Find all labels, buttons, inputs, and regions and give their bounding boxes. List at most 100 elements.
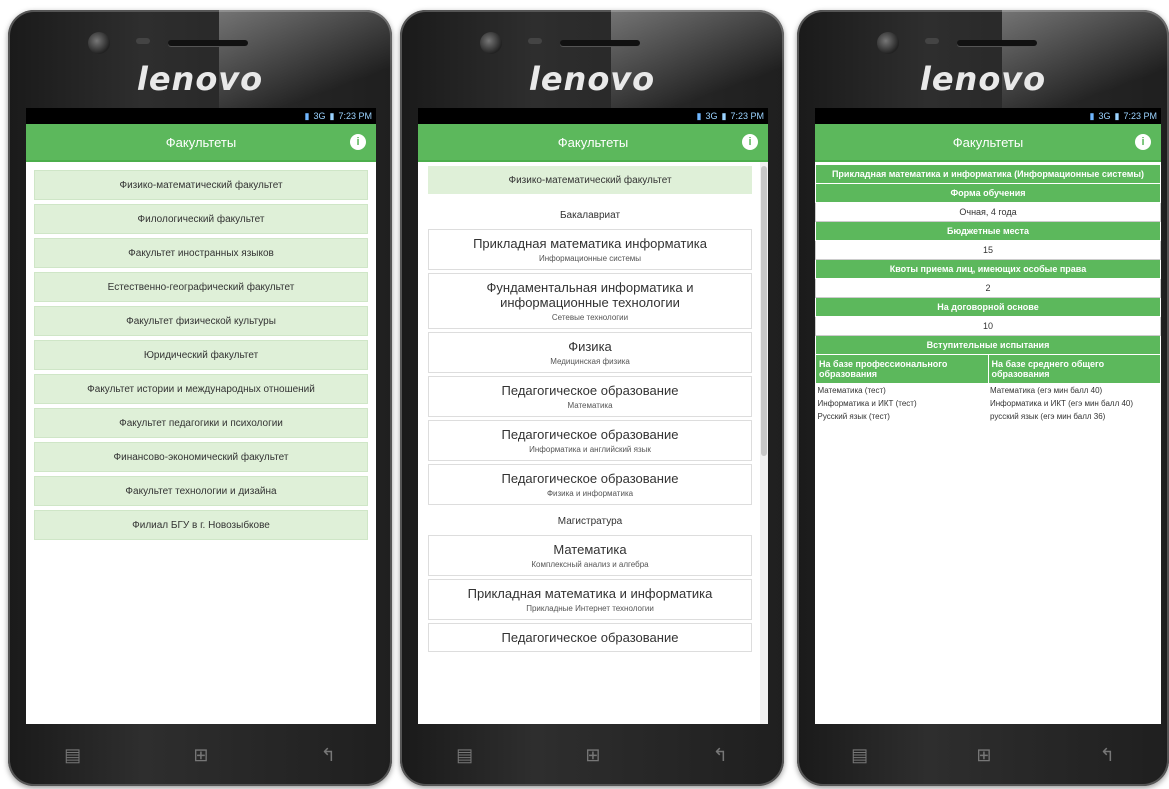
home-icon[interactable]: ⊞ bbox=[976, 745, 991, 766]
signal-icon: ▮ bbox=[304, 110, 310, 121]
phone-3: lenovo ▮ 3G ▮ 7:23 PM Факультеты i Прикл… bbox=[797, 10, 1169, 786]
contract-value: 10 bbox=[815, 316, 1161, 336]
menu-icon[interactable]: ▤ bbox=[851, 745, 868, 766]
faculty-item[interactable]: Юридический факультет bbox=[34, 340, 368, 370]
network-label: 3G bbox=[705, 111, 718, 121]
clock: 7:23 PM bbox=[1123, 111, 1157, 121]
back-icon[interactable]: ↰ bbox=[1100, 745, 1115, 766]
sensor bbox=[528, 38, 542, 44]
app-title: Факультеты bbox=[952, 134, 1024, 150]
phone-1: lenovo ▮ 3G ▮ 7:23 PM Факультеты i Физик… bbox=[8, 10, 392, 786]
master-list: Математика Комплексный анализ и алгебра Пр… bbox=[428, 535, 752, 652]
program-title: Педагогическое образование bbox=[501, 471, 679, 486]
camera-icon bbox=[877, 32, 899, 54]
faculty-item[interactable]: Филологический факультет bbox=[34, 204, 368, 234]
quota-label: Квоты приема лиц, имеющих особые права bbox=[815, 259, 1161, 279]
nav-bar: ▤ ⊞ ↰ bbox=[8, 724, 392, 786]
program-item[interactable]: Физика Медицинская физика bbox=[428, 332, 752, 373]
budget-value: 15 bbox=[815, 240, 1161, 260]
camera-icon bbox=[88, 32, 110, 54]
info-icon[interactable]: i bbox=[1135, 134, 1151, 150]
back-icon[interactable]: ↰ bbox=[321, 745, 336, 766]
scrollbar[interactable] bbox=[760, 162, 768, 724]
app-bar: Факультеты i bbox=[418, 124, 768, 162]
battery-icon: ▮ bbox=[329, 110, 335, 121]
program-title: Педагогическое образование bbox=[501, 383, 679, 398]
section-master: Магистратура bbox=[557, 516, 623, 527]
program-item[interactable]: Фундаментальная информатика и информацио… bbox=[428, 273, 752, 329]
screen: ▮ 3G ▮ 7:23 PM Факультеты i Физико-матем… bbox=[418, 108, 768, 724]
program-title: Педагогическое образование bbox=[501, 630, 679, 645]
back-icon[interactable]: ↰ bbox=[713, 745, 728, 766]
program-title: Прикладная математика информатика bbox=[473, 236, 707, 251]
faculty-header[interactable]: Физико-математический факультет bbox=[428, 166, 752, 194]
program-title: Фундаментальная информатика и информацио… bbox=[486, 280, 694, 310]
program-title: Прикладная математика и информатика bbox=[467, 586, 713, 601]
program-item[interactable]: Педагогическое образование Математика bbox=[428, 376, 752, 417]
signal-icon: ▮ bbox=[696, 110, 702, 121]
app-title: Факультеты bbox=[557, 134, 629, 150]
info-icon[interactable]: i bbox=[742, 134, 758, 150]
exam-rows: Математика (тест) Математика (егэ мин бал… bbox=[815, 383, 1161, 423]
camera-icon bbox=[480, 32, 502, 54]
screen: ▮ 3G ▮ 7:23 PM Факультеты i Физико-матем… bbox=[26, 108, 376, 724]
faculty-item[interactable]: Естественно-географический факультет bbox=[34, 272, 368, 302]
program-profile: Информационные системы bbox=[538, 254, 642, 263]
exam-cell-general: Информатика и ИКТ (егэ мин балл 40) bbox=[988, 397, 1161, 410]
program-profile: Медицинская физика bbox=[550, 357, 630, 366]
battery-icon: ▮ bbox=[721, 110, 727, 121]
program-item[interactable]: Прикладная математика и информатика Прикл… bbox=[428, 579, 752, 620]
faculty-item[interactable]: Филиал БГУ в г. Новозыбкове bbox=[34, 510, 368, 540]
program-item[interactable]: Педагогическое образование Физика и инфор… bbox=[428, 464, 752, 505]
program-title: Физика bbox=[568, 339, 612, 354]
exam-cell-prof: Информатика и ИКТ (тест) bbox=[815, 397, 988, 410]
app-title: Факультеты bbox=[165, 134, 237, 150]
faculty-item[interactable]: Финансово-экономический факультет bbox=[34, 442, 368, 472]
app-bar: Факультеты i bbox=[26, 124, 376, 162]
screen: ▮ 3G ▮ 7:23 PM Факультеты i Прикладная м… bbox=[815, 108, 1161, 724]
faculty-item[interactable]: Факультет истории и международных отноше… bbox=[34, 374, 368, 404]
status-bar: ▮ 3G ▮ 7:23 PM bbox=[418, 108, 768, 124]
clock: 7:23 PM bbox=[338, 111, 372, 121]
scroll-thumb[interactable] bbox=[761, 166, 767, 456]
program-title: Прикладная математика и информатика (Инф… bbox=[815, 164, 1161, 184]
exam-cell-prof: Русский язык (тест) bbox=[815, 410, 988, 423]
faculty-item[interactable]: Факультет педагогики и психологии bbox=[34, 408, 368, 438]
program-item[interactable]: Педагогическое образование Информатика и … bbox=[428, 420, 752, 461]
home-icon[interactable]: ⊞ bbox=[585, 745, 600, 766]
network-label: 3G bbox=[1098, 111, 1111, 121]
phone-2: lenovo ▮ 3G ▮ 7:23 PM Факультеты i Физик… bbox=[400, 10, 784, 786]
program-title: Математика bbox=[553, 542, 627, 557]
table-row: Информатика и ИКТ (тест) Информатика и ИК… bbox=[815, 397, 1161, 410]
col-prof-header: На базе профессионального образования bbox=[815, 354, 989, 384]
faculty-item[interactable]: Факультет физической культуры bbox=[34, 306, 368, 336]
program-item[interactable]: Прикладная математика информатика Информа… bbox=[428, 229, 752, 270]
menu-icon[interactable]: ▤ bbox=[456, 745, 473, 766]
speaker bbox=[168, 40, 248, 46]
bachelor-list: Прикладная математика информатика Информа… bbox=[428, 229, 752, 505]
brand-logo: lenovo bbox=[919, 60, 1047, 98]
info-icon[interactable]: i bbox=[350, 134, 366, 150]
form-label: Форма обучения bbox=[815, 183, 1161, 203]
exam-cell-general: Математика (егэ мин балл 40) bbox=[988, 383, 1161, 397]
faculty-item[interactable]: Факультет технологии и дизайна bbox=[34, 476, 368, 506]
faculty-list: Физико-математический факультет Филологич… bbox=[26, 162, 376, 548]
exams-label: Вступительные испытания bbox=[815, 335, 1161, 355]
program-title: Педагогическое образование bbox=[501, 427, 679, 442]
col-general-header: На базе среднего общего образования bbox=[987, 354, 1161, 384]
app-bar: Факультеты i bbox=[815, 124, 1161, 162]
faculty-item[interactable]: Факультет иностранных языков bbox=[34, 238, 368, 268]
menu-icon[interactable]: ▤ bbox=[64, 745, 81, 766]
battery-icon: ▮ bbox=[1114, 110, 1120, 121]
faculty-item[interactable]: Физико-математический факультет bbox=[34, 170, 368, 200]
speaker bbox=[560, 40, 640, 46]
status-bar: ▮ 3G ▮ 7:23 PM bbox=[26, 108, 376, 124]
home-icon[interactable]: ⊞ bbox=[193, 745, 208, 766]
status-bar: ▮ 3G ▮ 7:23 PM bbox=[815, 108, 1161, 124]
exam-cell-general: русский язык (егэ мин балл 36) bbox=[988, 410, 1161, 423]
program-profile: Математика bbox=[567, 401, 613, 410]
form-value: Очная, 4 года bbox=[815, 202, 1161, 222]
program-item[interactable]: Математика Комплексный анализ и алгебра bbox=[428, 535, 752, 576]
program-item[interactable]: Педагогическое образование bbox=[428, 623, 752, 652]
program-profile: Информатика и английский язык bbox=[529, 445, 651, 454]
